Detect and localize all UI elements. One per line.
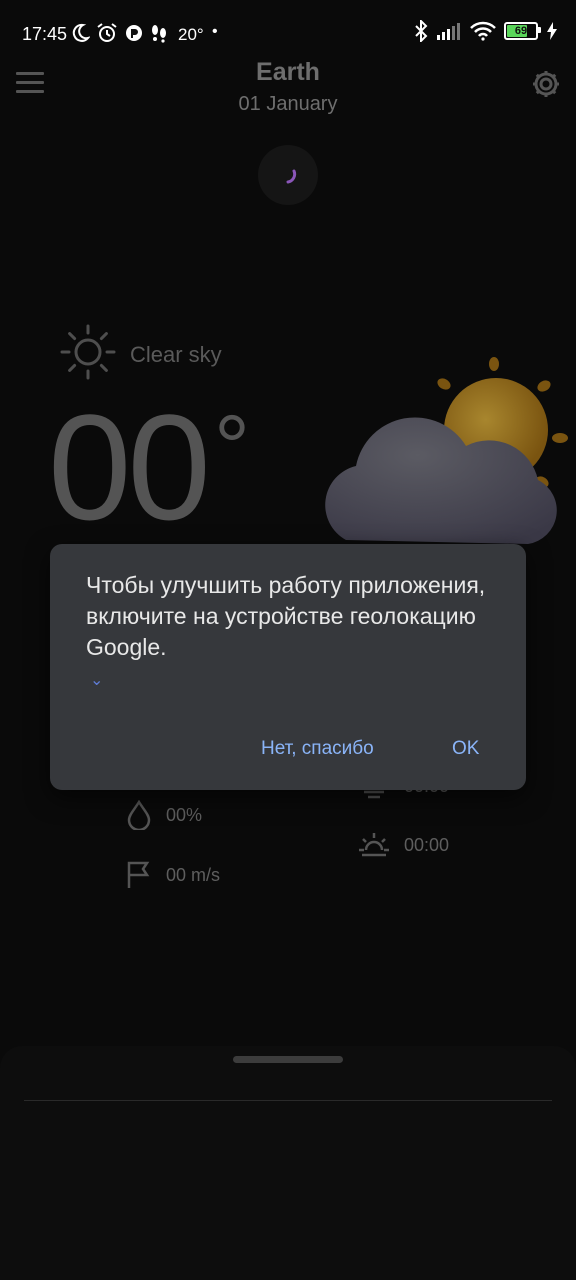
- temperature-value: 00: [48, 383, 211, 551]
- gear-icon[interactable]: [530, 68, 562, 100]
- flag-icon: [127, 861, 150, 888]
- signal-icon: [437, 23, 460, 40]
- battery-icon: 69: [504, 22, 541, 40]
- moon-icon: [72, 23, 90, 42]
- status-right-icons: 69: [414, 20, 558, 42]
- location-title[interactable]: Earth: [0, 58, 576, 87]
- status-left-icons: [70, 22, 168, 44]
- loading-spinner: [258, 145, 318, 205]
- charging-icon: [547, 22, 557, 40]
- location-date: 01 January: [238, 93, 338, 115]
- sheet-drag-handle[interactable]: [233, 1056, 343, 1063]
- battery-level: 69: [514, 25, 528, 37]
- status-temperature: 20°: [178, 25, 204, 44]
- humidity-row: 00%: [126, 800, 202, 830]
- location-permission-dialog: Чтобы улучшить работу приложения, включи…: [50, 544, 526, 790]
- wind-row: 00 m/s: [126, 860, 220, 890]
- chevron-down-icon[interactable]: ⌄: [90, 670, 103, 690]
- sun-icon: [60, 324, 116, 380]
- app-notification-icon: [126, 25, 142, 41]
- wind-value: 00 m/s: [166, 864, 221, 885]
- sunrise-icon: [359, 833, 389, 857]
- sheet-divider: [24, 1100, 552, 1101]
- temperature-unit: °: [214, 398, 250, 498]
- no-thanks-button[interactable]: Нет, спасибо: [261, 738, 374, 760]
- status-time: 17:45: [22, 24, 68, 44]
- weather-condition: Clear sky: [130, 342, 222, 367]
- steps-icon: [152, 25, 166, 43]
- screen: 17:45 20° • 69 Earth 01 January Clear sk…: [0, 0, 576, 1280]
- dialog-message: Чтобы улучшить работу приложения, включи…: [86, 572, 486, 660]
- humidity-value: 00%: [166, 804, 203, 825]
- sunrise-row: 00:00: [358, 830, 449, 860]
- drop-icon: [127, 800, 151, 830]
- bluetooth-icon: [415, 20, 428, 42]
- sunrise-value: 00:00: [404, 834, 450, 855]
- wifi-icon: [470, 21, 496, 41]
- partly-cloudy-illustration: [325, 357, 568, 544]
- ok-button[interactable]: OK: [452, 738, 479, 760]
- status-dot-icon: •: [212, 23, 218, 40]
- bottom-sheet[interactable]: [0, 1046, 576, 1280]
- alarm-icon: [97, 23, 117, 42]
